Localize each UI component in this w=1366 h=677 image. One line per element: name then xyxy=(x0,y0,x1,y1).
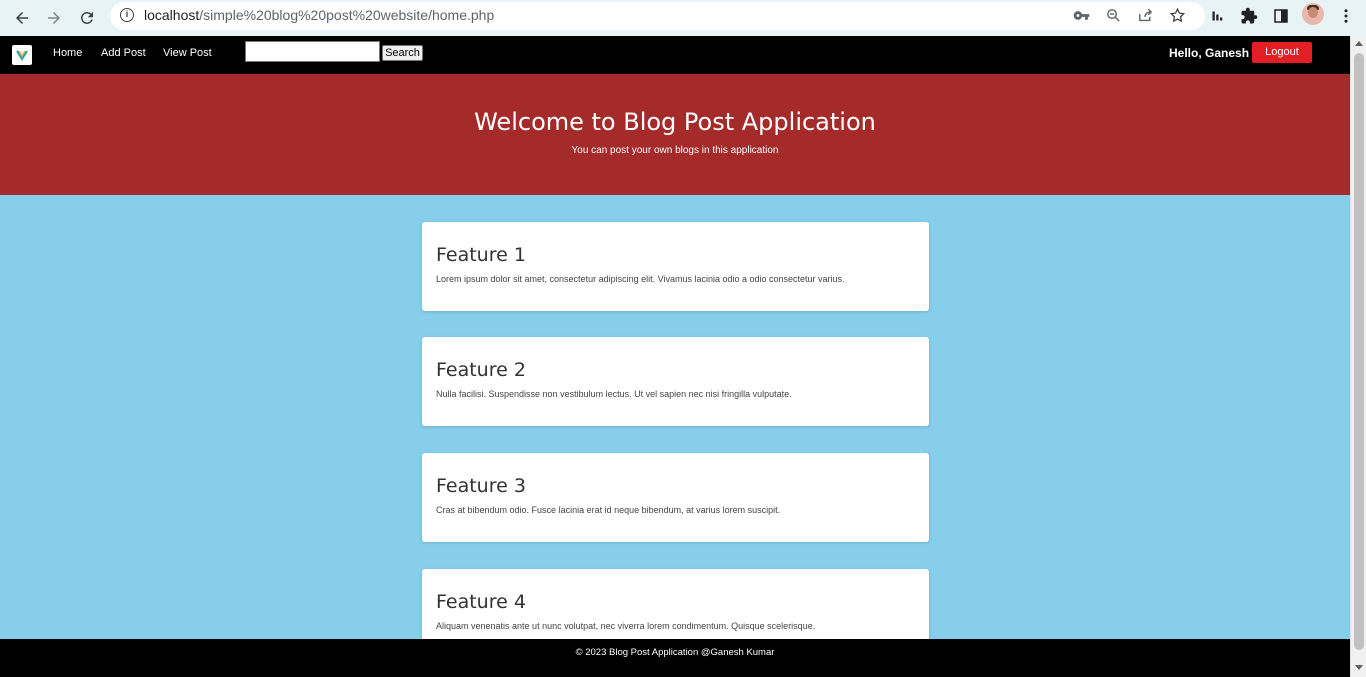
arrow-right-icon xyxy=(48,12,60,24)
reload-icon xyxy=(80,11,93,24)
forward-button[interactable] xyxy=(40,4,68,32)
feature-title: Feature 4 xyxy=(436,591,526,613)
share-icon[interactable] xyxy=(1134,4,1156,26)
hero-subtitle: You can post your own blogs in this appl… xyxy=(571,145,779,156)
user-greeting: Hello, Ganesh xyxy=(1169,46,1250,60)
info-icon[interactable]: i xyxy=(120,8,134,22)
puzzle-icon[interactable] xyxy=(1237,4,1261,28)
address-bar[interactable]: i localhost/simple%20blog%20post%20websi… xyxy=(110,2,1205,30)
page-footer: © 2023 Blog Post Application @Ganesh Kum… xyxy=(0,639,1350,677)
feature-text: Cras at bibendum odio. Fusce lacinia era… xyxy=(436,505,781,515)
hero-banner: Welcome to Blog Post Application You can… xyxy=(0,74,1350,195)
url-path: /simple%20blog%20post%20website/home.php xyxy=(199,7,495,23)
scroll-down-arrow-icon[interactable] xyxy=(1355,665,1363,670)
feature-title: Feature 1 xyxy=(436,244,526,266)
reload-button[interactable] xyxy=(73,4,101,32)
feature-text: Lorem ipsum dolor sit amet, consectetur … xyxy=(436,274,845,284)
arrow-left-icon xyxy=(16,12,28,24)
browser-toolbar: i localhost/simple%20blog%20post%20websi… xyxy=(0,0,1366,36)
feature-title: Feature 2 xyxy=(436,359,526,381)
side-panel-icon[interactable] xyxy=(1269,4,1293,28)
top-navbar: Home Add Post View Post Search Hello, Ga… xyxy=(0,36,1350,74)
logout-button[interactable]: Logout xyxy=(1252,42,1312,63)
zoom-out-icon[interactable] xyxy=(1102,4,1124,26)
back-button[interactable] xyxy=(8,4,36,32)
nav-home-link[interactable]: Home xyxy=(53,47,82,59)
search-button[interactable]: Search xyxy=(382,45,423,61)
nav-add-post-link[interactable]: Add Post xyxy=(101,47,146,59)
hero-title: Welcome to Blog Post Application xyxy=(474,108,876,136)
page-viewport: Home Add Post View Post Search Hello, Ga… xyxy=(0,36,1350,677)
key-icon[interactable] xyxy=(1070,4,1092,26)
page-scrollbar[interactable] xyxy=(1350,36,1366,677)
nav-view-post-link[interactable]: View Post xyxy=(163,47,212,59)
feature-card: Feature 1 Lorem ipsum dolor sit amet, co… xyxy=(422,222,929,311)
site-logo-icon[interactable] xyxy=(12,45,32,65)
feature-text: Nulla facilisi. Suspendisse non vestibul… xyxy=(436,389,792,399)
url-host: localhost xyxy=(144,7,200,23)
feature-title: Feature 3 xyxy=(436,475,526,497)
feature-text: Aliquam venenatis ante ut nunc volutpat,… xyxy=(436,621,816,631)
url-text: localhost/simple%20blog%20post%20website… xyxy=(144,7,494,23)
footer-text: © 2023 Blog Post Application @Ganesh Kum… xyxy=(575,647,775,658)
feature-card: Feature 3 Cras at bibendum odio. Fusce l… xyxy=(422,453,929,542)
scroll-thumb[interactable] xyxy=(1354,53,1364,650)
star-icon[interactable] xyxy=(1166,4,1188,26)
scroll-up-arrow-icon[interactable] xyxy=(1355,41,1363,46)
feature-card: Feature 2 Nulla facilisi. Suspendisse no… xyxy=(422,337,929,426)
extension-icon[interactable] xyxy=(1205,4,1229,28)
kebab-menu-icon[interactable] xyxy=(1334,4,1358,28)
search-input[interactable] xyxy=(245,41,380,62)
profile-avatar[interactable] xyxy=(1302,3,1324,25)
